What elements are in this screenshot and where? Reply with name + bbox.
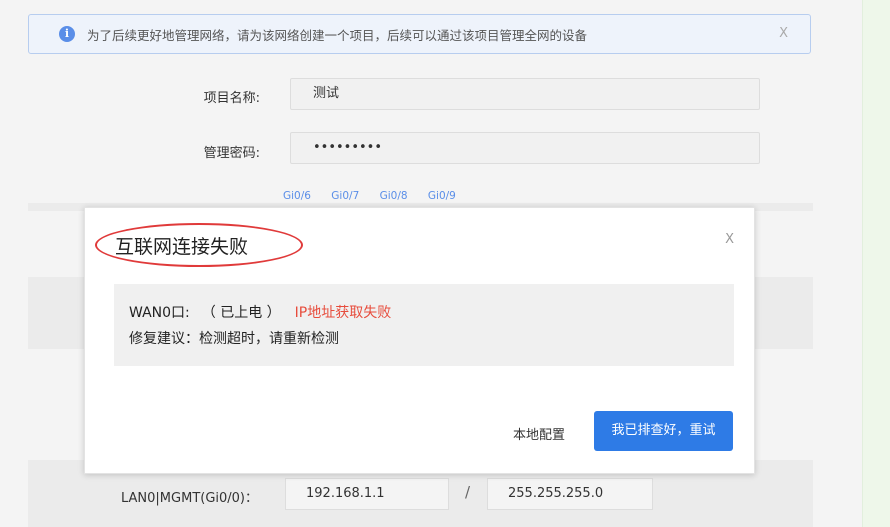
power-status: （ 已上电 ）: [201, 305, 281, 321]
notice-text: 为了后续更好地管理网络，请为该网络创建一个项目，后续可以通过该项目管理全网的设备: [87, 27, 588, 43]
modal-close-icon[interactable]: X: [725, 232, 734, 247]
side-panel-strip: [862, 0, 890, 527]
local-config-button[interactable]: 本地配置: [513, 424, 565, 443]
port-item[interactable]: Gi0/8: [380, 190, 408, 202]
port-item[interactable]: Gi0/7: [331, 190, 359, 202]
diagnosis-panel: WAN0口: （ 已上电 ） IP地址获取失败 修复建议：检测超时，请重新检测: [114, 284, 734, 366]
project-name-input[interactable]: 测试: [290, 78, 760, 110]
lan-separator: /: [465, 483, 471, 501]
connection-failed-modal: 互联网连接失败 X WAN0口: （ 已上电 ） IP地址获取失败 修复建议：检测超…: [84, 207, 755, 474]
lan-ip-input[interactable]: 192.168.1.1: [285, 478, 449, 510]
port-list: Gi0/6 Gi0/7 Gi0/8 Gi0/9: [283, 190, 473, 202]
info-icon: i: [59, 26, 75, 42]
port-item[interactable]: Gi0/6: [283, 190, 311, 202]
info-notice: i 为了后续更好地管理网络，请为该网络创建一个项目，后续可以通过该项目管理全网的…: [28, 14, 811, 54]
retry-button[interactable]: 我已排查好，重试: [594, 411, 733, 451]
password-label: 管理密码:: [203, 146, 260, 161]
lan-label: LAN0|MGMT(Gi0/0)：: [121, 491, 259, 506]
modal-title: 互联网连接失败: [115, 236, 249, 258]
page-content: i 为了后续更好地管理网络，请为该网络创建一个项目，后续可以通过该项目管理全网的…: [0, 0, 862, 527]
lan-mask-input[interactable]: 255.255.255.0: [487, 478, 653, 510]
port-item[interactable]: Gi0/9: [428, 190, 456, 202]
repair-suggestion: 修复建议：检测超时，请重新检测: [129, 331, 339, 347]
password-input[interactable]: •••••••••: [290, 132, 760, 164]
notice-close-icon[interactable]: X: [779, 26, 788, 41]
wan-label: WAN0口:: [129, 305, 190, 321]
wan-status-line: WAN0口: （ 已上电 ） IP地址获取失败: [129, 302, 391, 322]
project-name-label: 项目名称:: [203, 91, 260, 106]
ip-error-text: IP地址获取失败: [294, 305, 392, 321]
